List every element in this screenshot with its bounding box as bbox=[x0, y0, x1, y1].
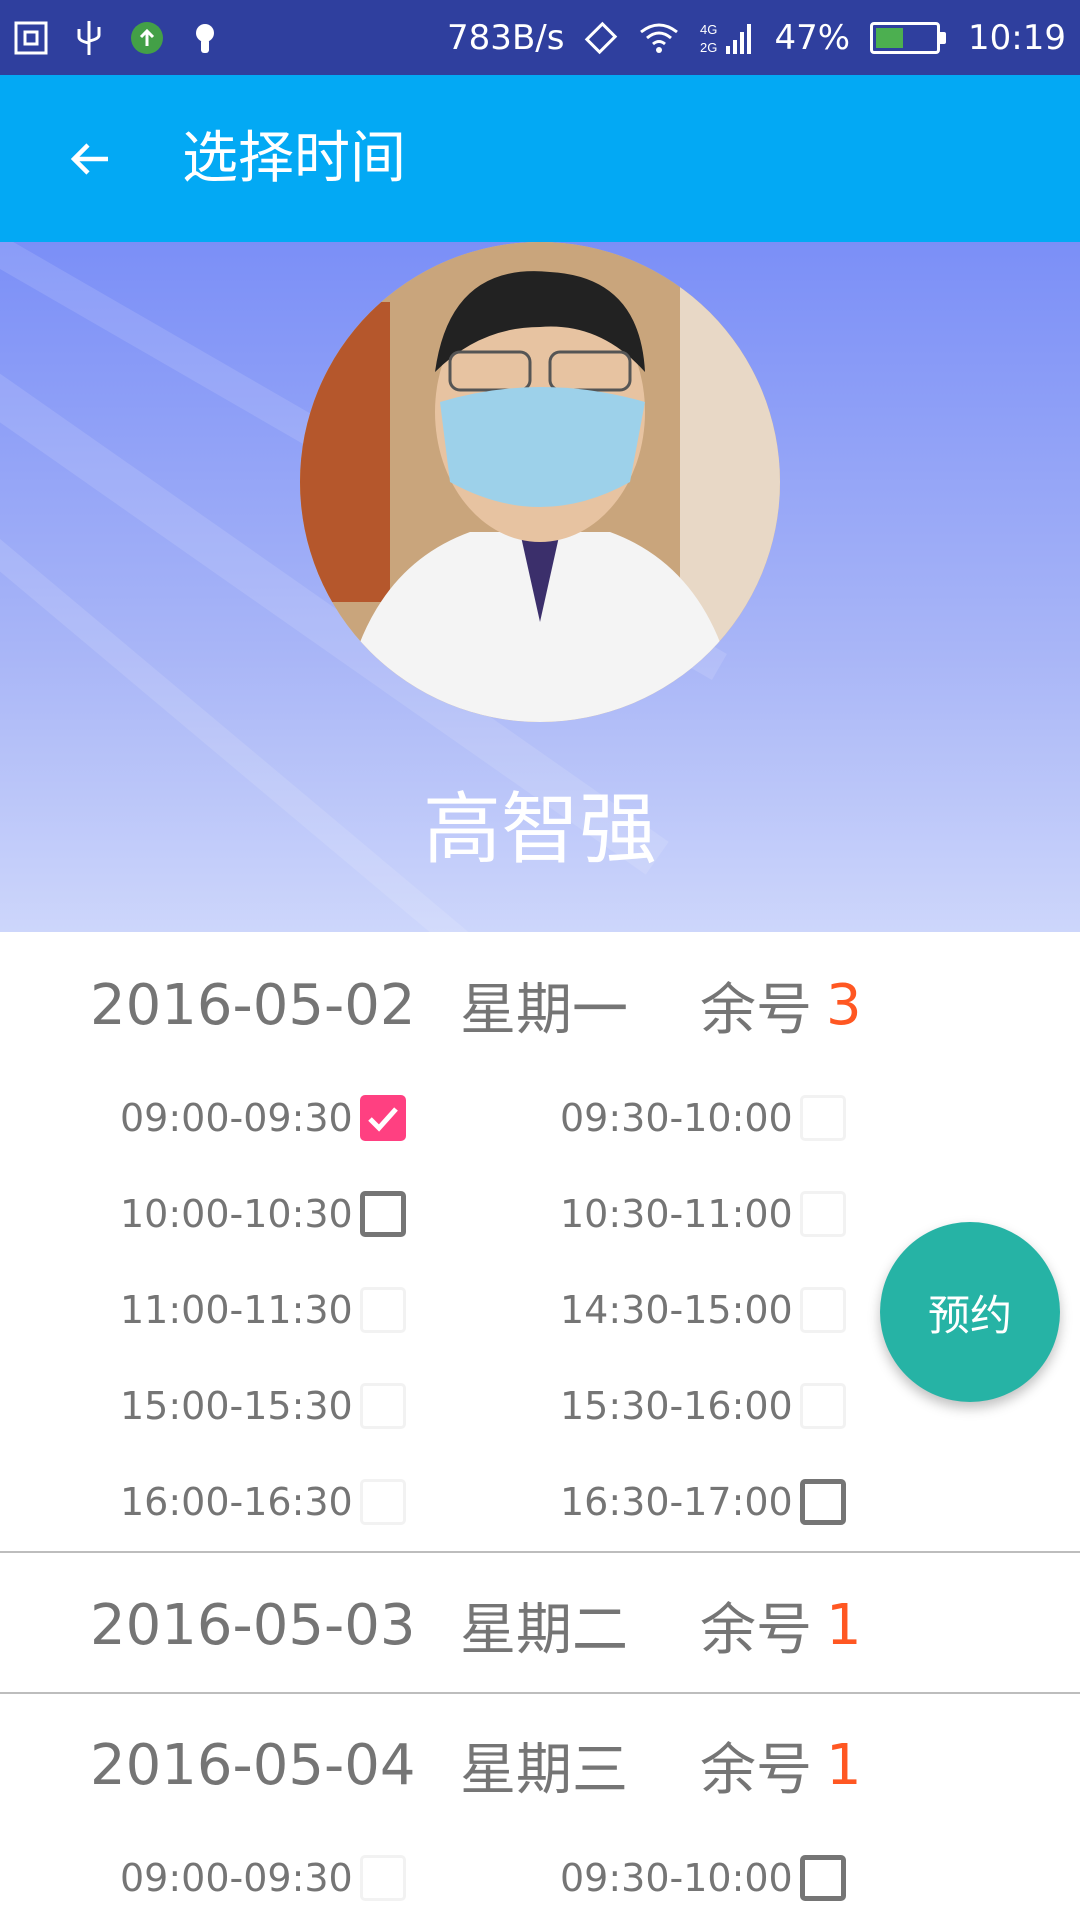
time-slot[interactable]: 10:30-11:00 bbox=[560, 1184, 846, 1244]
time-slot-label: 11:00-11:30 bbox=[120, 1288, 353, 1332]
time-slot-checkbox[interactable] bbox=[360, 1191, 406, 1237]
usb-icon bbox=[74, 19, 104, 57]
battery-level bbox=[876, 28, 904, 48]
remaining-label: 余号 bbox=[700, 1597, 812, 1663]
day-date: 2016-05-03 bbox=[90, 1592, 416, 1658]
time-slot-label: 09:30-10:00 bbox=[560, 1096, 793, 1140]
time-slot-checkbox-checked[interactable] bbox=[360, 1095, 406, 1141]
time-slot-checkbox bbox=[360, 1383, 406, 1429]
battery-percent: 47% bbox=[774, 18, 851, 58]
android-icon bbox=[190, 21, 220, 55]
time-slot[interactable]: 09:00-09:30 bbox=[120, 1088, 406, 1148]
time-slot-label: 16:00-16:30 bbox=[120, 1480, 353, 1524]
check-icon bbox=[368, 1107, 398, 1132]
time-slot-label: 10:00-10:30 bbox=[120, 1192, 353, 1236]
doctor-avatar bbox=[300, 242, 780, 722]
upload-icon bbox=[130, 21, 164, 55]
doctor-banner: 高智强 bbox=[0, 242, 1080, 932]
time-slot[interactable]: 09:30-10:00 bbox=[560, 1848, 846, 1908]
day-weekday: 星期二 bbox=[460, 1597, 628, 1663]
divider bbox=[0, 1692, 1080, 1694]
page-title: 选择时间 bbox=[182, 126, 406, 191]
day-weekday: 星期三 bbox=[460, 1737, 628, 1803]
time-slot-label: 09:30-10:00 bbox=[560, 1856, 793, 1900]
remaining-count: 3 bbox=[826, 972, 862, 1038]
wifi-icon bbox=[638, 22, 680, 54]
status-bar-left bbox=[14, 14, 220, 62]
screenshot-icon bbox=[14, 21, 48, 55]
time-slot-checkbox bbox=[360, 1855, 406, 1901]
time-slot[interactable]: 09:30-10:00 bbox=[560, 1088, 846, 1148]
remaining-count: 1 bbox=[826, 1592, 862, 1658]
svg-text:4G: 4G bbox=[700, 22, 717, 37]
clock: 10:19 bbox=[968, 18, 1066, 58]
remaining-label: 余号 bbox=[700, 1737, 812, 1803]
time-slot-checkbox[interactable] bbox=[800, 1479, 846, 1525]
time-slot-checkbox bbox=[360, 1287, 406, 1333]
time-slot[interactable]: 09:00-09:30 bbox=[120, 1848, 406, 1908]
vibrate-icon bbox=[584, 21, 618, 55]
day-date: 2016-05-02 bbox=[90, 972, 416, 1038]
time-slot-checkbox bbox=[800, 1191, 846, 1237]
signal-icon: 4G 2G bbox=[700, 20, 754, 56]
remaining-count: 1 bbox=[826, 1732, 862, 1798]
time-slot[interactable]: 16:00-16:30 bbox=[120, 1472, 406, 1532]
time-slot-checkbox[interactable] bbox=[800, 1855, 846, 1901]
day-header[interactable]: 2016-05-03 星期二 余号 1 bbox=[90, 1580, 862, 1670]
time-slot[interactable]: 10:00-10:30 bbox=[120, 1184, 406, 1244]
time-slot[interactable]: 14:30-15:00 bbox=[560, 1280, 846, 1340]
net-speed: 783B/s bbox=[447, 18, 565, 58]
day-header[interactable]: 2016-05-02 星期一 余号 3 bbox=[90, 960, 862, 1050]
app-bar: 选择时间 bbox=[0, 75, 1080, 242]
status-bar-right: 783B/s 4G 2G 47% 10:19 bbox=[447, 14, 1066, 62]
time-slot-label: 09:00-09:30 bbox=[120, 1856, 353, 1900]
time-slot[interactable]: 15:30-16:00 bbox=[560, 1376, 846, 1436]
doctor-name: 高智强 bbox=[422, 785, 657, 875]
time-slot[interactable]: 15:00-15:30 bbox=[120, 1376, 406, 1436]
day-header[interactable]: 2016-05-04 星期三 余号 1 bbox=[90, 1720, 862, 1810]
divider bbox=[0, 1551, 1080, 1553]
day-weekday: 星期一 bbox=[460, 977, 628, 1043]
svg-text:2G: 2G bbox=[700, 40, 717, 55]
time-slot-label: 16:30-17:00 bbox=[560, 1480, 793, 1524]
time-slot-checkbox bbox=[800, 1383, 846, 1429]
time-slot-label: 10:30-11:00 bbox=[560, 1192, 793, 1236]
time-slot-label: 15:30-16:00 bbox=[560, 1384, 793, 1428]
day-date: 2016-05-04 bbox=[90, 1732, 416, 1798]
time-slot-checkbox bbox=[800, 1287, 846, 1333]
time-slot-label: 15:00-15:30 bbox=[120, 1384, 353, 1428]
time-slot-checkbox bbox=[360, 1479, 406, 1525]
time-slot-label: 14:30-15:00 bbox=[560, 1288, 793, 1332]
time-slot-label: 09:00-09:30 bbox=[120, 1096, 353, 1140]
battery-icon bbox=[870, 22, 947, 54]
time-slot[interactable]: 11:00-11:30 bbox=[120, 1280, 406, 1340]
remaining-label: 余号 bbox=[700, 977, 812, 1043]
book-appointment-button[interactable]: 预约 bbox=[880, 1222, 1060, 1402]
arrow-left-icon bbox=[70, 143, 108, 175]
back-button[interactable] bbox=[50, 119, 130, 199]
time-slot-checkbox bbox=[800, 1095, 846, 1141]
status-bar: 783B/s 4G 2G 47% 10:19 bbox=[0, 0, 1080, 75]
time-slot[interactable]: 16:30-17:00 bbox=[560, 1472, 846, 1532]
